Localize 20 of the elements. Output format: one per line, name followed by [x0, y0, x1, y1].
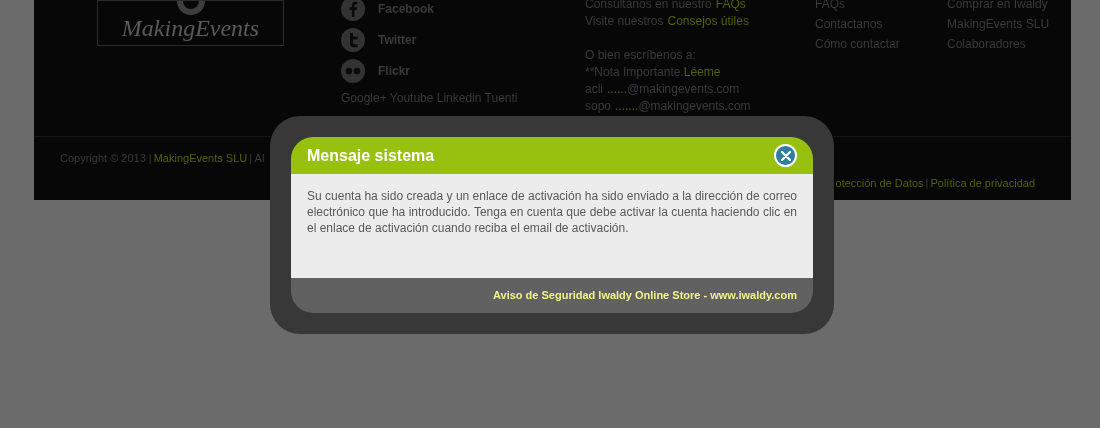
letter-t-icon[interactable]: [341, 28, 365, 52]
footer-link[interactable]: MakingEvents SLU: [153, 150, 248, 167]
footer-link[interactable]: Consejos útiles: [667, 13, 749, 30]
close-button[interactable]: [774, 144, 797, 167]
dialog-message: Su cuenta ha sido creada y un enlace de activación ha sido enviado a la dirección de correo electrónico que ha introducido. Tenga en cuenta que debe activar la cuenta haciendo clic en el enlace de activación cuando reciba el email de activación.: [307, 188, 797, 236]
close-icon: [780, 150, 791, 161]
footer-link[interactable]: Política de privacidad: [930, 175, 1035, 192]
footer-link[interactable]: otección de Datos: [835, 175, 924, 192]
logo[interactable]: MakingEvents: [97, 0, 284, 46]
footer-link[interactable]: ......: [607, 81, 628, 98]
dialog-title: Mensaje sistema: [307, 145, 435, 166]
footer-link[interactable]: FAQs: [715, 0, 746, 13]
logo-text: MakingEvents: [121, 15, 260, 41]
footer-link[interactable]: Léeme: [683, 64, 721, 81]
two-dots-icon[interactable]: [341, 59, 365, 83]
footer-text: |: [925, 176, 929, 191]
security-notice: Aviso de Seguridad Iwaldy Online Store - www.iwaldy.com: [493, 288, 797, 304]
letter-f-icon[interactable]: [341, 0, 365, 21]
logo-mark-icon: [174, 1, 207, 15]
footer-link[interactable]: .......: [615, 98, 639, 115]
